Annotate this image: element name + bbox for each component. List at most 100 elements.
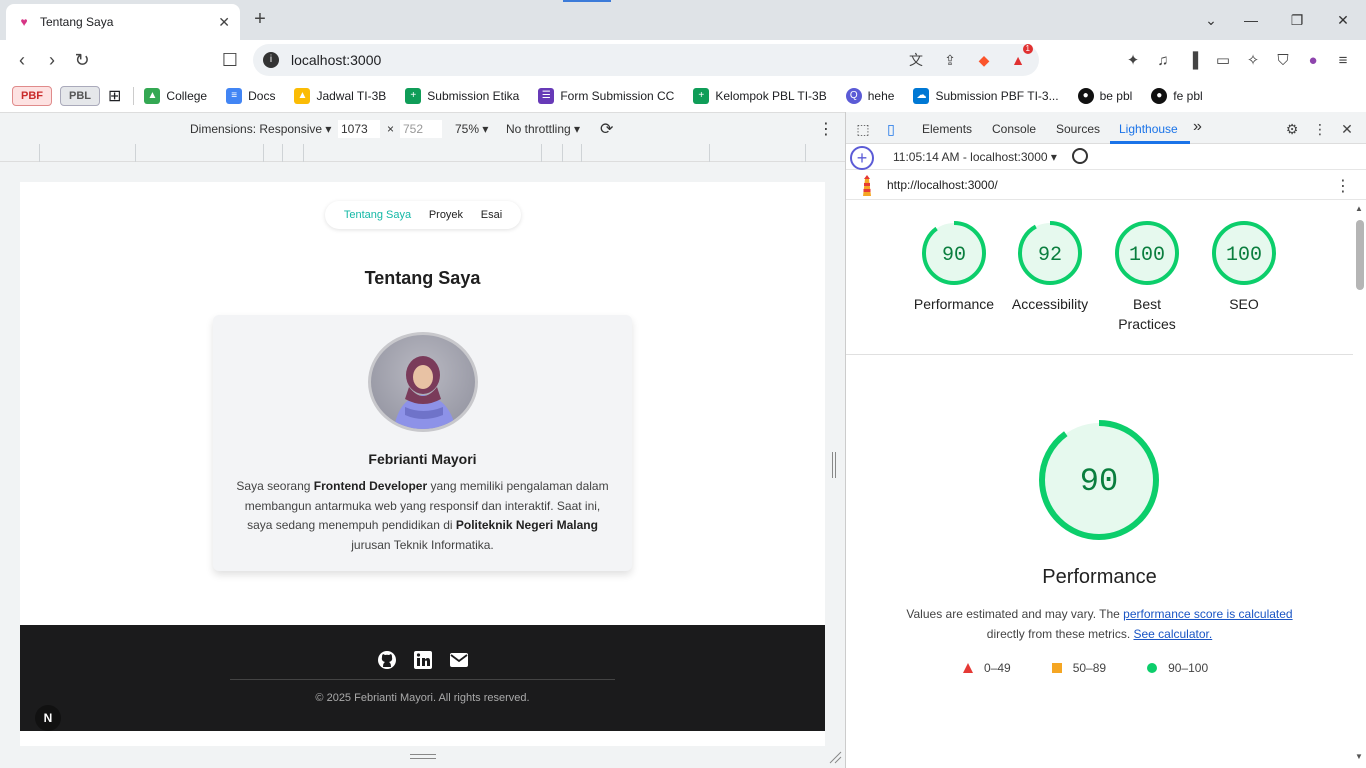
close-devtools-icon[interactable]: ✕ <box>1338 120 1356 138</box>
clear-reports-icon[interactable] <box>1072 148 1088 164</box>
bookmark-label: Submission PBF TI-3... <box>935 89 1059 103</box>
bookmark-submission-etika[interactable]: + Submission Etika <box>405 88 519 104</box>
report-selector[interactable]: 11:05:14 AM - localhost:3000 ▾ <box>893 150 1057 164</box>
report-scrollbar[interactable]: ▲ ▼ <box>1353 200 1366 768</box>
bookmark-form-submission[interactable]: ☰ Form Submission CC <box>538 88 674 104</box>
share-icon[interactable]: ⇪ <box>939 49 961 71</box>
vpn-shield-icon[interactable]: ⛉ <box>1272 50 1294 72</box>
gauge-performance[interactable]: 90 Performance <box>904 220 1004 314</box>
github-icon[interactable] <box>376 649 398 671</box>
back-button[interactable]: ‹ <box>10 48 34 72</box>
forward-button[interactable]: › <box>40 48 64 72</box>
reload-button[interactable]: ↻ <box>70 48 94 72</box>
viewport-resize-handle[interactable] <box>832 452 836 478</box>
new-report-button[interactable]: + <box>850 146 874 170</box>
gauge-seo[interactable]: 100 SEO <box>1194 220 1294 314</box>
inspect-element-icon[interactable]: ⬚ <box>854 120 872 138</box>
apps-grid-icon[interactable]: ⊞ <box>108 86 121 106</box>
scroll-up-icon[interactable]: ▲ <box>1355 204 1363 213</box>
height-input[interactable] <box>400 120 442 138</box>
rotate-icon[interactable]: ⟳ <box>600 119 613 139</box>
tab-indicator <box>563 0 611 2</box>
bookmarks-divider <box>133 87 135 105</box>
minimize-button[interactable]: — <box>1239 8 1263 32</box>
performance-big-gauge: 90 <box>1039 420 1159 540</box>
tab-search-icon[interactable]: ⌄ <box>1199 8 1223 32</box>
legend-average: 50–89 <box>1051 661 1106 675</box>
width-input[interactable] <box>338 120 380 138</box>
device-toggle-icon[interactable]: ▯ <box>882 120 900 138</box>
google-docs-icon: ≡ <box>226 88 243 104</box>
pass-circle-icon <box>1147 663 1158 673</box>
bookmark-jadwal[interactable]: ▲ Jadwal TI-3B <box>294 88 386 104</box>
throttling-select[interactable]: No throttling ▾ <box>506 122 580 136</box>
email-icon[interactable] <box>448 649 470 671</box>
bookmark-folder-pbf[interactable]: PBF <box>12 86 52 106</box>
see-calculator-link[interactable]: See calculator. <box>1133 627 1212 641</box>
settings-gear-icon[interactable]: ⚙ <box>1283 120 1301 138</box>
viewport-height-handle[interactable] <box>410 754 436 759</box>
sidebar-icon[interactable]: ▐ <box>1182 50 1204 72</box>
google-sheets-icon: + <box>693 88 710 104</box>
bookmark-fe-pbl[interactable]: ● fe pbl <box>1151 88 1203 104</box>
score-calculated-link[interactable]: performance score is calculated <box>1123 607 1292 621</box>
nav-link-proyek[interactable]: Proyek <box>429 209 463 221</box>
gauge-accessibility[interactable]: 92 Accessibility <box>1000 220 1100 314</box>
bookmark-icon[interactable]: ☐ <box>218 48 242 72</box>
heart-favicon-icon: ♥ <box>20 15 28 29</box>
restore-button[interactable]: ❐ <box>1285 8 1309 32</box>
bookmark-submission-pbf[interactable]: ☁ Submission PBF TI-3... <box>913 88 1059 104</box>
nav-link-tentang-saya[interactable]: Tentang Saya <box>344 209 411 221</box>
bookmark-kelompok[interactable]: + Kelompok PBL TI-3B <box>693 88 827 104</box>
performance-title: Performance <box>1042 566 1157 588</box>
tab-lighthouse[interactable]: Lighthouse <box>1119 122 1178 136</box>
bookmark-folder-pbl[interactable]: PBL <box>60 86 100 106</box>
tab-elements[interactable]: Elements <box>922 122 972 136</box>
scroll-thumb[interactable] <box>1356 220 1364 290</box>
new-tab-button[interactable]: + <box>248 8 272 32</box>
bio-part: Saya seorang <box>236 479 314 493</box>
bookmark-docs[interactable]: ≡ Docs <box>226 88 275 104</box>
nav-link-esai[interactable]: Esai <box>481 209 502 221</box>
brave-shields-icon[interactable]: ◆ <box>973 49 995 71</box>
bookmark-label: Form Submission CC <box>560 89 675 103</box>
tab-sources[interactable]: Sources <box>1056 122 1100 136</box>
bookmark-be-pbl[interactable]: ● be pbl <box>1077 88 1132 104</box>
dimensions-select[interactable]: Dimensions: Responsive ▾ <box>190 122 331 136</box>
gauge-score: 90 <box>942 244 966 267</box>
address-bar[interactable]: i localhost:3000 文 ⇪ ◆ ▲ 1 <box>253 44 1039 76</box>
bookmark-college[interactable]: ▲ College <box>144 88 207 104</box>
bookmark-hehe[interactable]: Qhehe <box>845 88 894 104</box>
browser-tab[interactable]: ♥ Tentang Saya ✕ <box>6 4 240 40</box>
wallet-icon[interactable]: ▭ <box>1212 50 1234 72</box>
nextjs-dev-badge[interactable]: N <box>35 705 61 731</box>
media-icon[interactable]: ♫ <box>1152 50 1174 72</box>
social-links <box>376 649 470 671</box>
more-tabs-icon[interactable]: » <box>1193 118 1202 136</box>
tab-close-icon[interactable]: ✕ <box>218 14 230 31</box>
tab-console[interactable]: Console <box>992 122 1036 136</box>
url-text[interactable]: localhost:3000 <box>291 52 893 68</box>
leo-ai-icon[interactable]: ✧ <box>1242 50 1264 72</box>
profile-icon[interactable]: ● <box>1302 50 1324 72</box>
close-window-button[interactable]: ✕ <box>1331 8 1355 32</box>
translate-icon[interactable]: 文 <box>905 49 927 71</box>
devtools-menu-icon[interactable]: ⋮ <box>1311 120 1329 138</box>
scroll-down-icon[interactable]: ▼ <box>1355 752 1363 761</box>
brave-rewards-icon[interactable]: ▲ 1 <box>1007 44 1033 71</box>
zoom-select[interactable]: 75% ▾ <box>455 122 488 136</box>
avatar <box>368 332 478 432</box>
score-gauge: 100 <box>1115 221 1179 285</box>
gauge-best-practices[interactable]: 100 Best Practices <box>1097 220 1197 334</box>
device-more-icon[interactable]: ⋮ <box>818 119 834 139</box>
lighthouse-url-bar: http://localhost:3000/ ⋮ <box>846 170 1366 200</box>
site-info-icon[interactable]: i <box>263 52 279 68</box>
tab-title: Tentang Saya <box>40 15 114 29</box>
copyright-text: © 2025 Febrianti Mayori. All rights rese… <box>315 692 530 704</box>
bio-school: Politeknik Negeri Malang <box>455 518 598 532</box>
report-menu-icon[interactable]: ⋮ <box>1335 176 1351 196</box>
menu-icon[interactable]: ≡ <box>1332 50 1354 72</box>
linkedin-icon[interactable] <box>412 649 434 671</box>
resize-corner-icon[interactable] <box>828 750 842 764</box>
extensions-icon[interactable]: ✦ <box>1122 50 1144 72</box>
